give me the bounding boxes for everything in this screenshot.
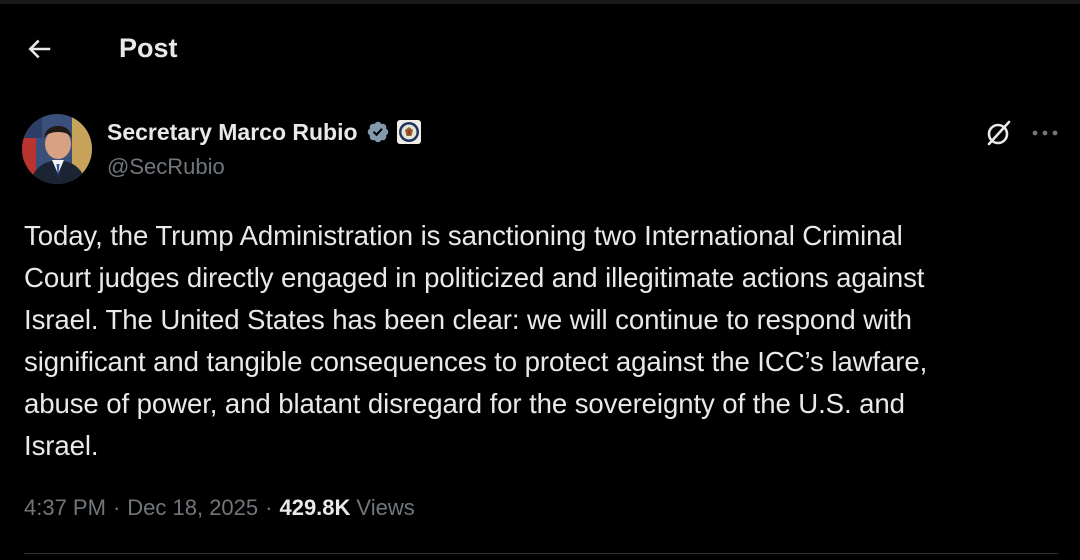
meta-separator: · [112, 495, 121, 520]
post-text-line: Court judges directly engaged in politic… [24, 262, 925, 293]
grok-icon [987, 120, 1011, 146]
department-of-state-seal-icon[interactable] [396, 120, 421, 144]
back-button[interactable] [20, 30, 58, 68]
avatar[interactable] [22, 114, 92, 184]
meta-separator: · [265, 495, 273, 520]
grok-button[interactable] [983, 117, 1015, 149]
verified-badge-icon[interactable] [366, 120, 390, 144]
divider [24, 553, 1058, 554]
author-name-row: Secretary Marco Rubio [107, 116, 421, 148]
post-text-line: Israel. The United States has been clear… [24, 304, 912, 335]
post-time[interactable]: 4:37 PM [24, 495, 106, 521]
post-meta: 4:37 PM · Dec 18, 2025 · 429.8K Views [24, 491, 415, 525]
views-label: Views [356, 495, 415, 520]
more-horizontal-icon [1032, 130, 1058, 136]
post-date[interactable]: Dec 18, 2025 [127, 495, 258, 521]
post-header: Post [0, 0, 1080, 96]
page-title: Post [119, 33, 178, 63]
author-handle[interactable]: @SecRubio [107, 153, 225, 181]
post-text-line: significant and tangible consequences to… [24, 346, 928, 377]
post-text-line: Israel. [24, 430, 99, 461]
views-count[interactable]: 429.8K [279, 495, 350, 521]
more-options-button[interactable] [1028, 118, 1062, 148]
author-name[interactable]: Secretary Marco Rubio [107, 119, 358, 146]
profile-photo [22, 114, 92, 184]
post-text-line: Today, the Trump Administration is sanct… [24, 220, 903, 251]
post-text-line: abuse of power, and blatant disregard fo… [24, 388, 905, 419]
arrow-left-icon [28, 39, 51, 59]
post-text: Today, the Trump Administration is sanct… [24, 215, 1024, 467]
